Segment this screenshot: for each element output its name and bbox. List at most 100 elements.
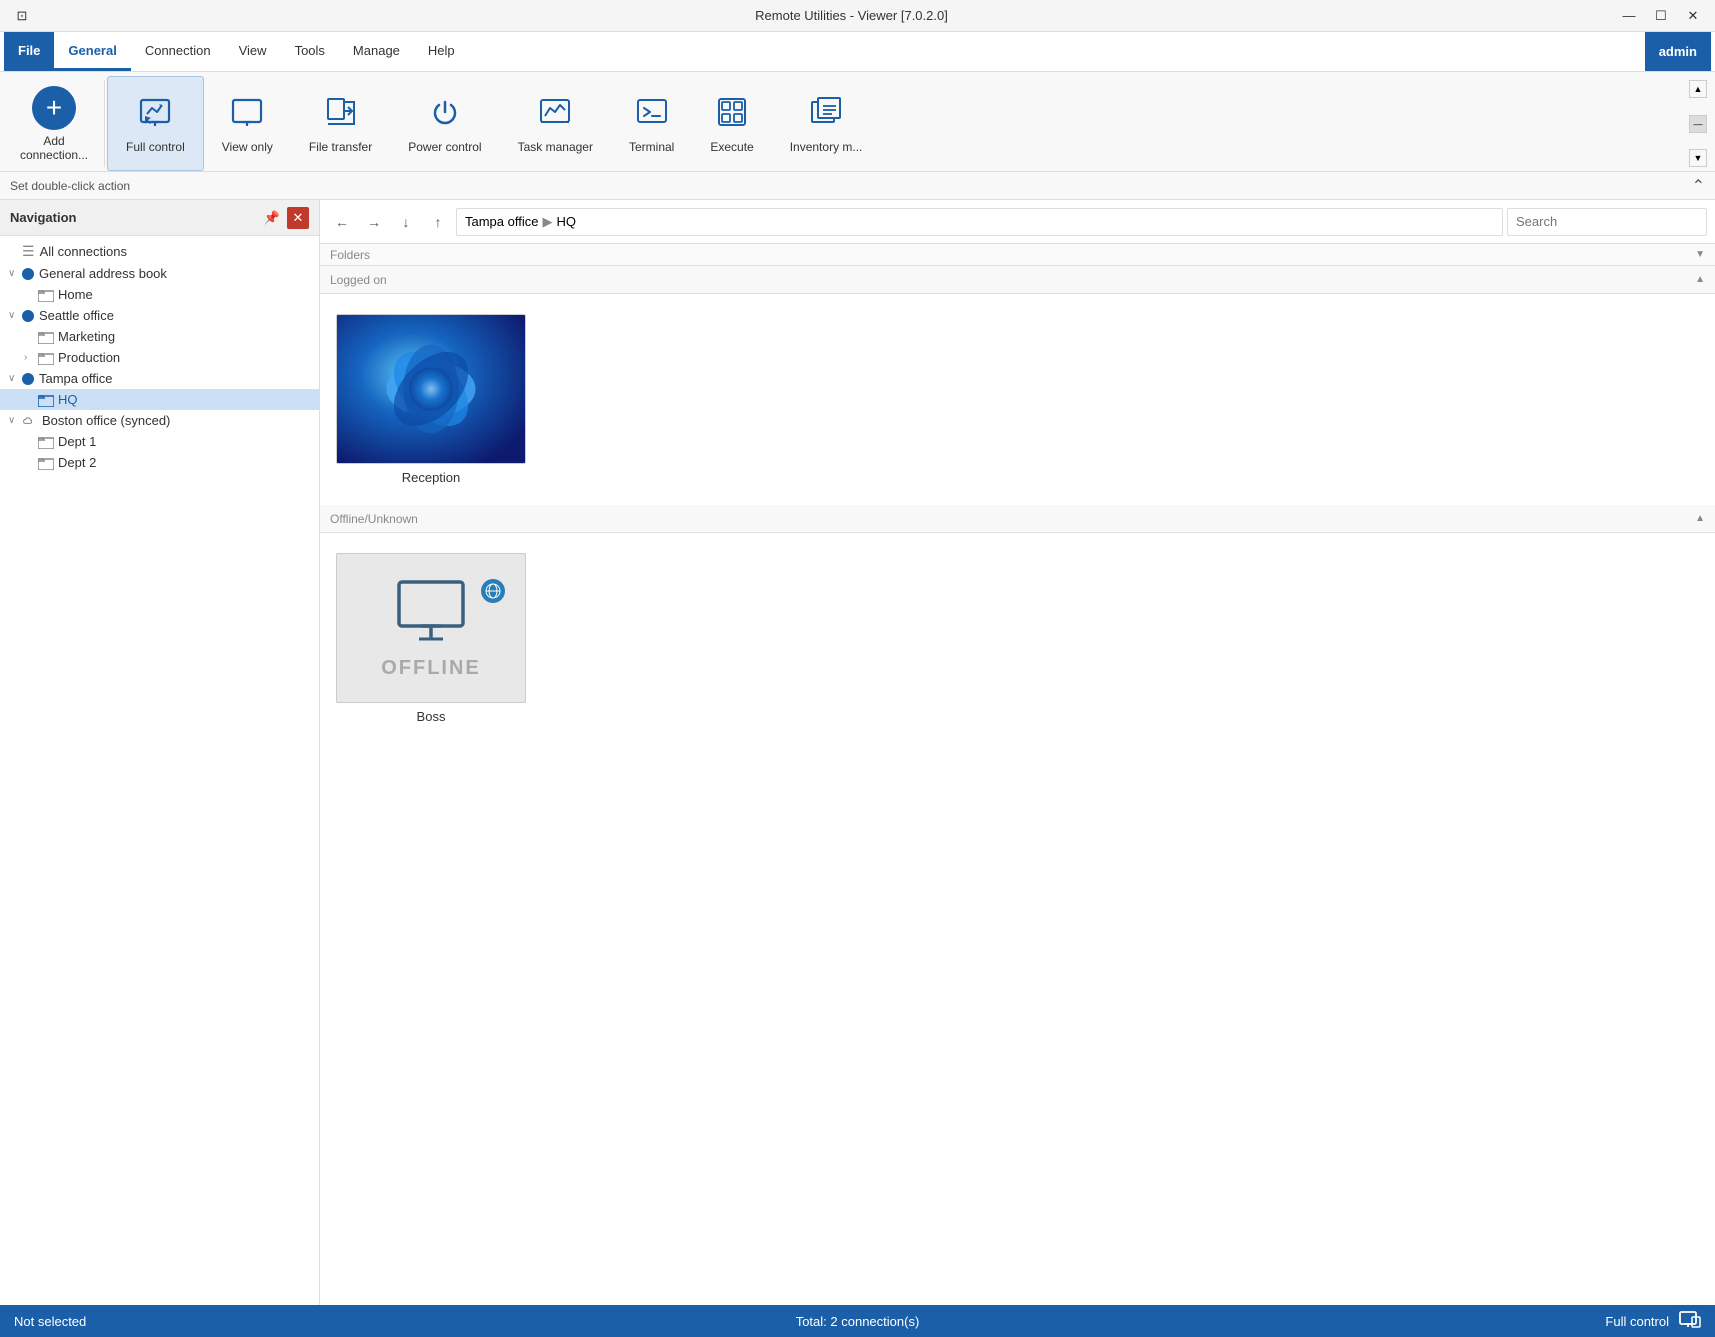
restore-btn[interactable]: ⊡	[8, 4, 36, 28]
full-control-button[interactable]: Full control	[107, 76, 204, 171]
dbl-click-expand[interactable]: ⌃	[1692, 176, 1705, 196]
nav-close-button[interactable]: ✕	[287, 207, 309, 229]
folder-icon-marketing	[38, 330, 54, 344]
terminal-icon	[634, 94, 670, 136]
folder-icon-dept2	[38, 456, 54, 470]
monitor-icon	[391, 577, 471, 647]
tree-item-hq[interactable]: HQ	[0, 389, 319, 410]
menu-manage[interactable]: Manage	[339, 32, 414, 71]
connection-thumb-reception	[336, 314, 526, 464]
nav-panel-header: Navigation 📌 ✕	[0, 200, 319, 236]
tree-item-general-address-book[interactable]: ∨ General address book	[0, 263, 319, 284]
folder-icon-production	[38, 351, 54, 365]
content-area: Logged on ▲	[320, 266, 1715, 1305]
offline-items: OFFLINE Boss	[320, 533, 1715, 744]
menu-general[interactable]: General	[54, 32, 130, 71]
toolbar: + Addconnection... Full control	[0, 72, 1715, 172]
search-input[interactable]	[1507, 208, 1707, 236]
dot-icon-seattle	[22, 310, 34, 322]
terminal-label: Terminal	[629, 140, 674, 154]
menu-connection[interactable]: Connection	[131, 32, 225, 71]
addr-back-button[interactable]: ←	[328, 208, 356, 236]
nav-pin-button[interactable]: 📌	[261, 207, 283, 229]
toolbar-scroll-down[interactable]: ▼	[1689, 149, 1707, 167]
double-click-bar: Set double-click action ⌃	[0, 172, 1715, 200]
execute-icon	[714, 94, 750, 136]
tree-item-production[interactable]: › Production	[0, 347, 319, 368]
status-right: Full control	[1139, 1309, 1701, 1334]
maximize-btn[interactable]: ☐	[1647, 4, 1675, 28]
folder-icon-home	[38, 288, 54, 302]
inventory-button[interactable]: Inventory m...	[772, 76, 881, 171]
status-center: Total: 2 connection(s)	[576, 1314, 1138, 1329]
file-transfer-icon	[323, 94, 359, 136]
navigation-panel: Navigation 📌 ✕ ☰ All connections ∨ Gener…	[0, 200, 320, 1305]
list-item[interactable]: Reception	[336, 310, 526, 489]
menu-bar: File General Connection View Tools Manag…	[0, 32, 1715, 72]
addr-up-button[interactable]: ↑	[424, 208, 452, 236]
toolbar-scroll-up[interactable]: ▲	[1689, 80, 1707, 98]
menu-view[interactable]: View	[225, 32, 281, 71]
offline-toggle[interactable]: ▲	[1695, 513, 1705, 524]
menu-tools[interactable]: Tools	[281, 32, 339, 71]
power-control-icon	[427, 94, 463, 136]
full-control-label: Full control	[126, 140, 185, 154]
tree-item-home[interactable]: Home	[0, 284, 319, 305]
task-manager-button[interactable]: Task manager	[500, 76, 611, 171]
toolbar-scroll-line[interactable]: —	[1689, 115, 1707, 133]
addr-forward-button[interactable]: →	[360, 208, 388, 236]
folders-toggle[interactable]: ▼	[1695, 249, 1705, 260]
tree-item-dept2[interactable]: Dept 2	[0, 452, 319, 473]
address-path[interactable]: Tampa office ▶ HQ	[456, 208, 1503, 236]
file-transfer-label: File transfer	[309, 140, 372, 154]
offline-thumb-display: OFFLINE	[337, 554, 525, 702]
full-control-icon	[137, 94, 173, 136]
menu-file[interactable]: File	[4, 32, 54, 71]
tree-item-dept1[interactable]: Dept 1	[0, 431, 319, 452]
path-separator: ▶	[542, 214, 552, 230]
address-bar: ← → ↓ ↑ Tampa office ▶ HQ	[320, 200, 1715, 244]
tree-item-all-connections[interactable]: ☰ All connections	[0, 240, 319, 263]
power-control-button[interactable]: Power control	[390, 76, 499, 171]
execute-label: Execute	[710, 140, 753, 154]
file-transfer-button[interactable]: File transfer	[291, 76, 390, 171]
dot-icon-general	[22, 268, 34, 280]
logged-on-section-header[interactable]: Logged on ▲	[320, 266, 1715, 294]
minimize-btn[interactable]: —	[1615, 4, 1643, 28]
nav-tree: ☰ All connections ∨ General address book…	[0, 236, 319, 1305]
close-btn[interactable]: ✕	[1679, 4, 1707, 28]
dot-icon-tampa	[22, 373, 34, 385]
offline-label: OFFLINE	[381, 657, 481, 680]
folders-label: Folders ▼	[320, 244, 1715, 266]
task-manager-label: Task manager	[518, 140, 593, 154]
tree-item-tampa-office[interactable]: ∨ Tampa office	[0, 368, 319, 389]
menu-help[interactable]: Help	[414, 32, 469, 71]
status-bar: Not selected Total: 2 connection(s) Full…	[0, 1305, 1715, 1337]
folder-icon-dept1	[38, 435, 54, 449]
admin-badge: admin	[1645, 32, 1711, 71]
folder-icon-hq	[38, 393, 54, 407]
terminal-button[interactable]: Terminal	[611, 76, 692, 171]
inventory-icon	[808, 94, 844, 136]
tree-item-seattle-office[interactable]: ∨ Seattle office	[0, 305, 319, 326]
title-bar: ⊡ Remote Utilities - Viewer [7.0.2.0] — …	[0, 0, 1715, 32]
add-connection-button[interactable]: + Addconnection...	[6, 76, 102, 171]
task-manager-icon	[537, 94, 573, 136]
globe-icon	[481, 579, 505, 603]
addr-down-button[interactable]: ↓	[392, 208, 420, 236]
tree-item-marketing[interactable]: Marketing	[0, 326, 319, 347]
list-item[interactable]: OFFLINE Boss	[336, 549, 526, 728]
view-only-button[interactable]: View only	[204, 76, 291, 171]
view-only-label: View only	[222, 140, 273, 154]
main-content: Navigation 📌 ✕ ☰ All connections ∨ Gener…	[0, 200, 1715, 1305]
logged-on-toggle[interactable]: ▲	[1695, 274, 1705, 285]
view-only-icon	[229, 94, 265, 136]
win11-wallpaper	[337, 315, 525, 463]
win11-swirl-svg	[337, 315, 525, 463]
add-circle-icon: +	[32, 86, 76, 130]
status-left: Not selected	[14, 1314, 576, 1329]
execute-button[interactable]: Execute	[692, 76, 771, 171]
tree-item-boston-office[interactable]: ∨ Boston office (synced)	[0, 410, 319, 431]
offline-section-header[interactable]: Offline/Unknown ▲	[320, 505, 1715, 533]
title-bar-title: Remote Utilities - Viewer [7.0.2.0]	[88, 8, 1615, 23]
